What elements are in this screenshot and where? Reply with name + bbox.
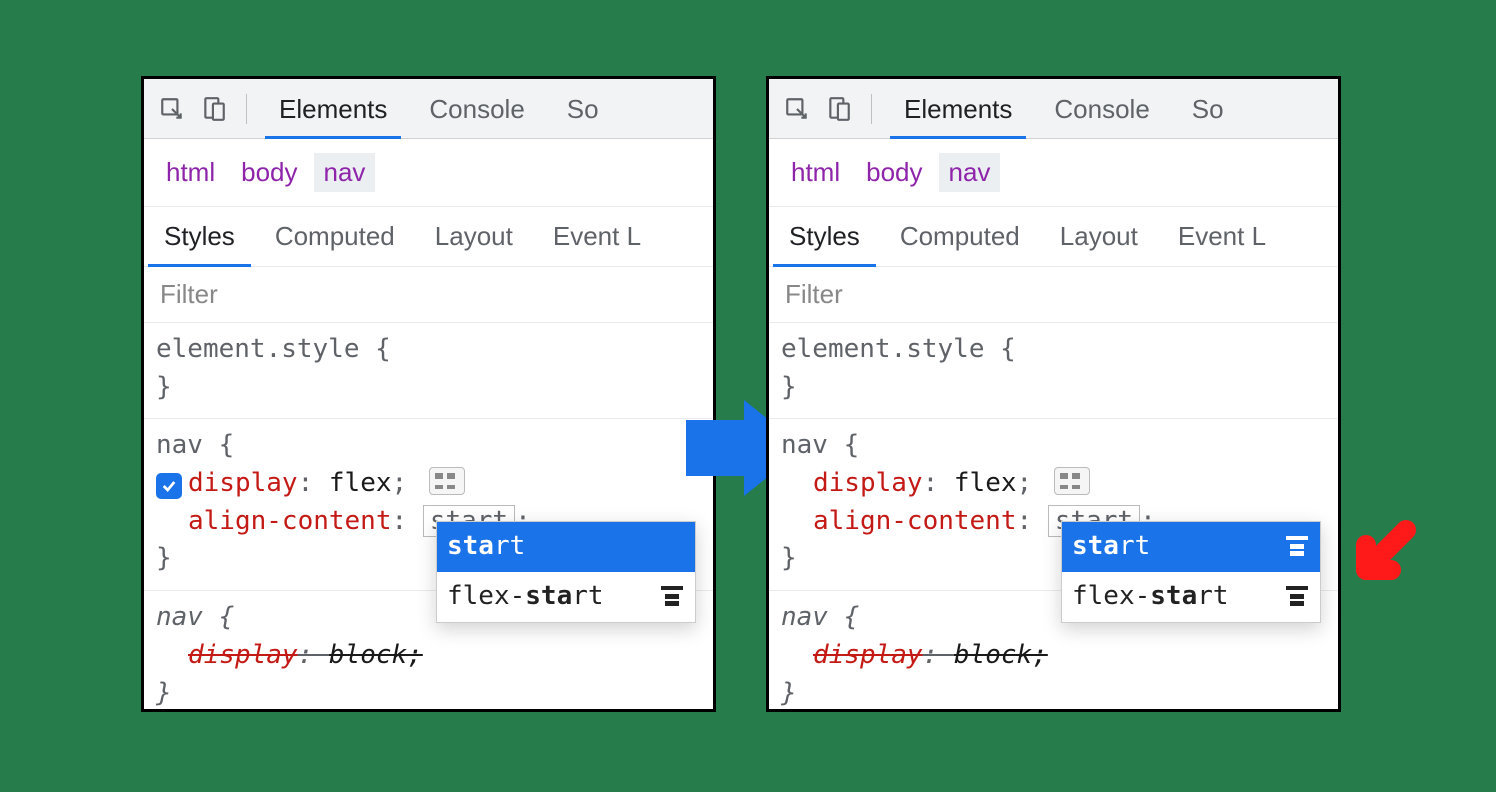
subtab-layout[interactable]: Layout (1040, 207, 1158, 266)
ua-nav-close: } (781, 678, 797, 708)
flex-editor-icon[interactable] (429, 467, 465, 495)
subtab-computed[interactable]: Computed (255, 207, 415, 266)
comparison-arrow-tail (686, 420, 746, 476)
crumb-nav[interactable]: nav (939, 153, 1001, 192)
nav-rule-block[interactable]: nav { display: flex; align-content: star… (769, 419, 1338, 591)
ac-rest: rt (1197, 581, 1228, 611)
crumb-html[interactable]: html (156, 153, 225, 192)
ua-val-block: block; (954, 640, 1048, 670)
nav-rule-block[interactable]: nav { display: flex; align-content: star… (144, 419, 713, 591)
ac-rest: rt (1119, 531, 1150, 561)
breadcrumb: html body nav (769, 139, 1338, 207)
ua-nav-selector: nav { (781, 602, 859, 632)
align-start-icon (1284, 536, 1310, 558)
tab-sources-partial[interactable]: So (1174, 78, 1242, 139)
element-style-block[interactable]: element.style { } (769, 323, 1338, 419)
element-style-header: element.style { (781, 334, 1016, 364)
tab-console[interactable]: Console (411, 78, 542, 139)
element-style-close: } (781, 372, 797, 402)
crumb-body[interactable]: body (231, 153, 307, 192)
element-style-header: element.style { (156, 334, 391, 364)
ac-rest: rt (494, 531, 525, 561)
crumb-body[interactable]: body (856, 153, 932, 192)
styles-subtabs: Styles Computed Layout Event L (769, 207, 1338, 267)
tab-console[interactable]: Console (1036, 78, 1167, 139)
align-start-icon (659, 586, 685, 608)
prop-display[interactable]: display (188, 468, 298, 498)
prop-align-content[interactable]: align-content (813, 506, 1017, 536)
inspect-icon[interactable] (779, 91, 815, 127)
ua-prop-display: display (188, 640, 298, 670)
ac-match: sta (1150, 581, 1197, 611)
devtools-panel-after: Elements Console So html body nav Styles… (766, 76, 1341, 712)
tab-sources-partial[interactable]: So (549, 78, 617, 139)
crumb-html[interactable]: html (781, 153, 850, 192)
subtab-styles[interactable]: Styles (144, 207, 255, 266)
subtab-computed[interactable]: Computed (880, 207, 1040, 266)
callout-arrow-icon (1336, 510, 1436, 615)
element-style-block[interactable]: element.style { } (144, 323, 713, 419)
ua-val-block: block; (329, 640, 423, 670)
ua-prop-display: display (813, 640, 923, 670)
ua-nav-close: } (156, 678, 172, 708)
subtab-styles[interactable]: Styles (769, 207, 880, 266)
ac-rest: rt (572, 581, 603, 611)
device-icon[interactable] (821, 91, 857, 127)
devtools-panel-before: Elements Console So html body nav Styles… (141, 76, 716, 712)
prop-display[interactable]: display (813, 468, 923, 498)
subtab-events-partial[interactable]: Event L (533, 207, 661, 266)
autocomplete-popup: start flex-start (436, 521, 696, 622)
nav-close: } (156, 543, 172, 573)
ac-match: sta (447, 531, 494, 561)
subtab-layout[interactable]: Layout (415, 207, 533, 266)
ac-pre: flex- (447, 581, 525, 611)
crumb-nav[interactable]: nav (314, 153, 376, 192)
align-start-icon (1284, 586, 1310, 608)
ac-match: sta (1072, 531, 1119, 561)
nav-close: } (781, 543, 797, 573)
flex-editor-icon[interactable] (1054, 467, 1090, 495)
toolbar-divider (246, 94, 247, 124)
autocomplete-popup: start flex-start (1061, 521, 1321, 622)
subtab-events-partial[interactable]: Event L (1158, 207, 1286, 266)
tab-elements[interactable]: Elements (886, 78, 1030, 139)
ac-pre: flex- (1072, 581, 1150, 611)
prop-align-content[interactable]: align-content (188, 506, 392, 536)
breadcrumb: html body nav (144, 139, 713, 207)
autocomplete-item-flex-start[interactable]: flex-start (1062, 572, 1320, 622)
ac-match: sta (525, 581, 572, 611)
ua-nav-selector: nav { (156, 602, 234, 632)
filter-input[interactable]: Filter (769, 267, 1338, 323)
styles-subtabs: Styles Computed Layout Event L (144, 207, 713, 267)
nav-selector: nav { (781, 430, 859, 460)
toolbar-divider (871, 94, 872, 124)
autocomplete-item-flex-start[interactable]: flex-start (437, 572, 695, 622)
val-flex[interactable]: flex (954, 468, 1017, 498)
device-icon[interactable] (196, 91, 232, 127)
element-style-close: } (156, 372, 172, 402)
tab-elements[interactable]: Elements (261, 78, 405, 139)
autocomplete-item-start[interactable]: start (437, 522, 695, 572)
property-checkbox[interactable] (156, 473, 182, 499)
nav-selector: nav { (156, 430, 234, 460)
devtools-toolbar: Elements Console So (144, 79, 713, 139)
inspect-icon[interactable] (154, 91, 190, 127)
val-flex[interactable]: flex (329, 468, 392, 498)
devtools-toolbar: Elements Console So (769, 79, 1338, 139)
filter-input[interactable]: Filter (144, 267, 713, 323)
autocomplete-item-start[interactable]: start (1062, 522, 1320, 572)
